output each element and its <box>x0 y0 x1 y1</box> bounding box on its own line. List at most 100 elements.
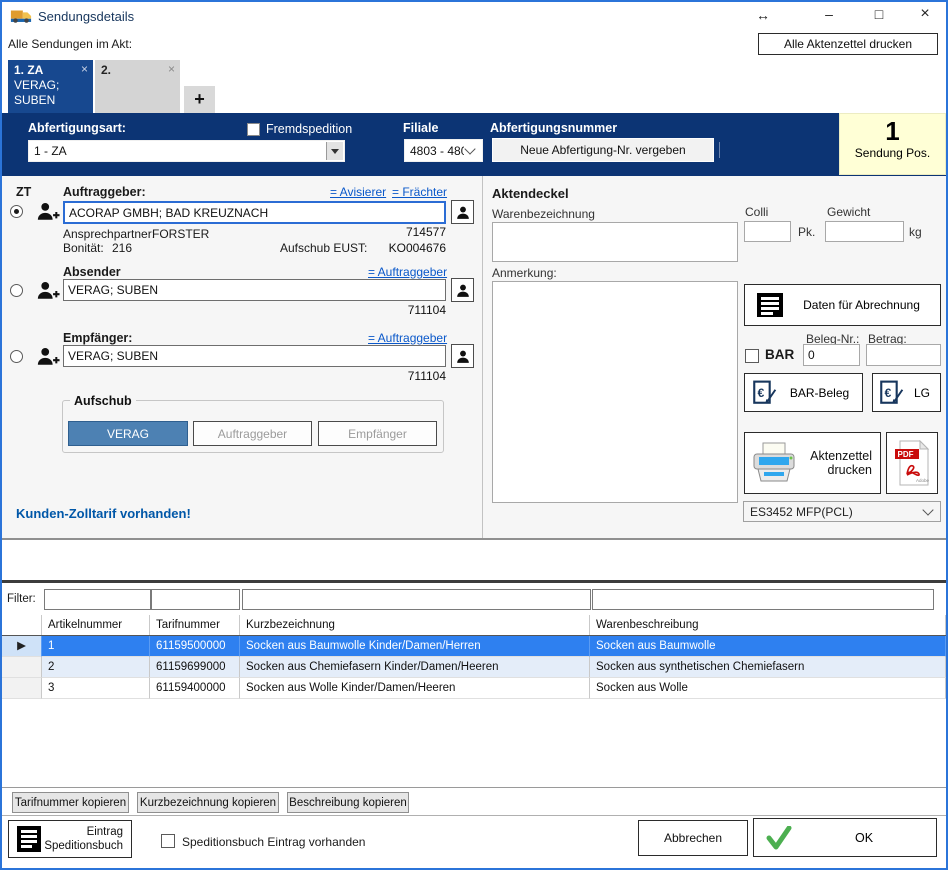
minimize-icon[interactable]: – <box>816 4 842 24</box>
filter-warenbeschreibung-input[interactable] <box>592 589 934 610</box>
zt-label: ZT <box>16 185 31 199</box>
betrag-input[interactable] <box>866 344 941 366</box>
fraechter-link[interactable]: = Frächter <box>392 185 447 199</box>
table-row[interactable]: 3 61159400000 Socken aus Wolle Kinder/Da… <box>2 678 946 699</box>
chevron-down-icon[interactable] <box>326 142 343 160</box>
filter-tarifnummer-input[interactable] <box>151 589 240 610</box>
panel-divider <box>482 176 483 538</box>
pdf-button[interactable]: PDF Adobe <box>886 432 938 494</box>
abfertigungsart-value: 1 - ZA <box>34 144 67 158</box>
empfaenger-input[interactable] <box>63 345 446 367</box>
table-row[interactable]: 2 61159699000 Socken aus Chemiefasern Ki… <box>2 657 946 678</box>
column-header-warenbeschreibung[interactable]: Warenbeschreibung <box>590 615 946 635</box>
ok-button[interactable]: OK <box>753 818 937 857</box>
aufschub-verag-button[interactable]: VERAG <box>68 421 188 446</box>
cell-warenbeschreibung: Socken aus synthetischen Chemiefasern <box>590 657 946 678</box>
row-indicator-icon: ▶ <box>2 636 42 657</box>
table-row[interactable]: ▶ 1 61159500000 Socken aus Baumwolle Kin… <box>2 636 946 657</box>
gewicht-suffix: kg <box>909 225 922 239</box>
copy-tarifnummer-button[interactable]: Tarifnummer kopieren <box>12 792 129 813</box>
indicator-column-header <box>2 615 42 635</box>
daten-abrechnung-button[interactable]: Daten für Abrechnung <box>744 284 941 326</box>
svg-text:€: € <box>758 386 765 400</box>
check-icon <box>766 826 792 850</box>
close-icon[interactable]: × <box>912 4 938 24</box>
person-add-icon[interactable] <box>36 201 60 222</box>
sendung-pos-label: Sendung Pos. <box>840 146 945 160</box>
speditionsbuch-checkbox[interactable] <box>161 834 175 848</box>
cell-tarifnummer: 61159400000 <box>150 678 240 699</box>
copy-kurzbezeichnung-button[interactable]: Kurzbezeichnung kopieren <box>137 792 279 813</box>
column-header-artikelnummer[interactable]: Artikelnummer <box>42 615 150 635</box>
aktenzettel-drucken-button[interactable]: Aktenzettel drucken <box>744 432 881 494</box>
column-header-tarifnummer[interactable]: Tarifnummer <box>150 615 240 635</box>
person-add-icon[interactable] <box>36 346 60 367</box>
bar-beleg-button[interactable]: € BAR-Beleg <box>744 373 863 412</box>
tab-sub1: VERAG; <box>14 78 87 93</box>
empfaenger-radio[interactable] <box>10 350 23 363</box>
anmerkung-textarea[interactable] <box>492 281 738 503</box>
cell-artikelnummer: 2 <box>42 657 150 678</box>
dispatch-bar: Abfertigungsart: 1 - ZA Fremdspedition F… <box>2 113 946 176</box>
euro-receipt-icon: € <box>878 379 904 407</box>
printer-select[interactable]: ES3452 MFP(PCL) <box>743 501 941 522</box>
aufschub-auftraggeber-button[interactable]: Auftraggeber <box>193 421 312 446</box>
absender-label: Absender <box>63 265 121 279</box>
tab-sub2: SUBEN <box>14 93 87 108</box>
cell-kurzbezeichnung: Socken aus Chemiefasern Kinder/Damen/Hee… <box>240 657 590 678</box>
gewicht-input[interactable] <box>825 221 904 242</box>
euro-receipt-icon: € <box>751 379 777 407</box>
person-add-icon[interactable] <box>36 280 60 301</box>
speditionsbuch-label-2: Speditionsbuch <box>41 839 123 853</box>
bar-checkbox[interactable] <box>745 349 759 363</box>
pdf-icon: PDF Adobe <box>894 440 930 486</box>
speditionsbuch-label-1: Eintrag <box>41 825 123 839</box>
person-icon <box>456 283 470 298</box>
chevron-down-icon <box>464 143 475 154</box>
auftraggeber-radio[interactable] <box>10 205 23 218</box>
resize-icon[interactable]: ↔ <box>750 5 776 25</box>
zolltarif-note: Kunden-Zolltarif vorhanden! <box>16 506 191 521</box>
svg-text:Adobe: Adobe <box>916 478 930 483</box>
print-all-aktenzettel-button[interactable]: Alle Aktenzettel drucken <box>758 33 938 55</box>
lg-button[interactable]: € LG <box>872 373 941 412</box>
colli-input[interactable] <box>744 221 791 242</box>
app-truck-icon <box>10 7 32 25</box>
filter-kurzbezeichnung-input[interactable] <box>242 589 591 610</box>
filter-artikelnummer-input[interactable] <box>44 589 151 610</box>
cancel-button[interactable]: Abbrechen <box>638 820 748 856</box>
absender-input[interactable] <box>63 279 446 301</box>
column-header-kurzbezeichnung[interactable]: Kurzbezeichnung <box>240 615 590 635</box>
shipment-tab-1[interactable]: 1. ZA VERAG; SUBEN × <box>8 60 93 113</box>
empfaenger-number: 711104 <box>380 369 446 383</box>
tab-close-icon[interactable]: × <box>81 62 88 76</box>
maximize-icon[interactable]: □ <box>866 4 892 24</box>
fremdspedition-checkbox[interactable] <box>247 123 260 136</box>
absender-contact-button[interactable] <box>451 278 474 302</box>
filiale-label: Filiale <box>403 121 438 135</box>
warenbezeichnung-textarea[interactable] <box>492 222 738 262</box>
tab-close-icon[interactable]: × <box>168 62 175 76</box>
cell-kurzbezeichnung: Socken aus Baumwolle Kinder/Damen/Herren <box>240 636 590 657</box>
auftraggeber-input[interactable] <box>63 201 446 224</box>
aufschub-empfaenger-button[interactable]: Empfänger <box>318 421 437 446</box>
eintrag-speditionsbuch-button[interactable]: Eintrag Speditionsbuch <box>8 820 132 858</box>
warenbezeichnung-label: Warenbezeichnung <box>492 207 595 221</box>
empfaenger-auftraggeber-link[interactable]: = Auftraggeber <box>368 331 447 345</box>
speditionsbuch-checkbox-label: Speditionsbuch Eintrag vorhanden <box>182 835 365 849</box>
cell-kurzbezeichnung: Socken aus Wolle Kinder/Damen/Heeren <box>240 678 590 699</box>
filiale-select[interactable]: 4803 - 480 <box>404 139 483 162</box>
absender-auftraggeber-link[interactable]: = Auftraggeber <box>368 265 447 279</box>
ansprechpartner-label: Ansprechpartner: <box>63 227 155 241</box>
copy-beschreibung-button[interactable]: Beschreibung kopieren <box>287 792 409 813</box>
absender-radio[interactable] <box>10 284 23 297</box>
shipment-tab-2[interactable]: 2. × <box>95 60 180 113</box>
beleg-nr-input[interactable] <box>803 344 860 366</box>
avisierer-link[interactable]: = Avisierer <box>330 185 386 199</box>
abfertigungsart-combobox[interactable]: 1 - ZA <box>28 140 345 162</box>
auftraggeber-contact-button[interactable] <box>451 200 474 224</box>
filiale-value: 4803 - 480 <box>410 144 464 158</box>
neue-abfertigungsnummer-button[interactable]: Neue Abfertigung-Nr. vergeben <box>492 138 714 162</box>
add-tab-button[interactable]: + <box>184 86 215 113</box>
empfaenger-contact-button[interactable] <box>451 344 474 368</box>
